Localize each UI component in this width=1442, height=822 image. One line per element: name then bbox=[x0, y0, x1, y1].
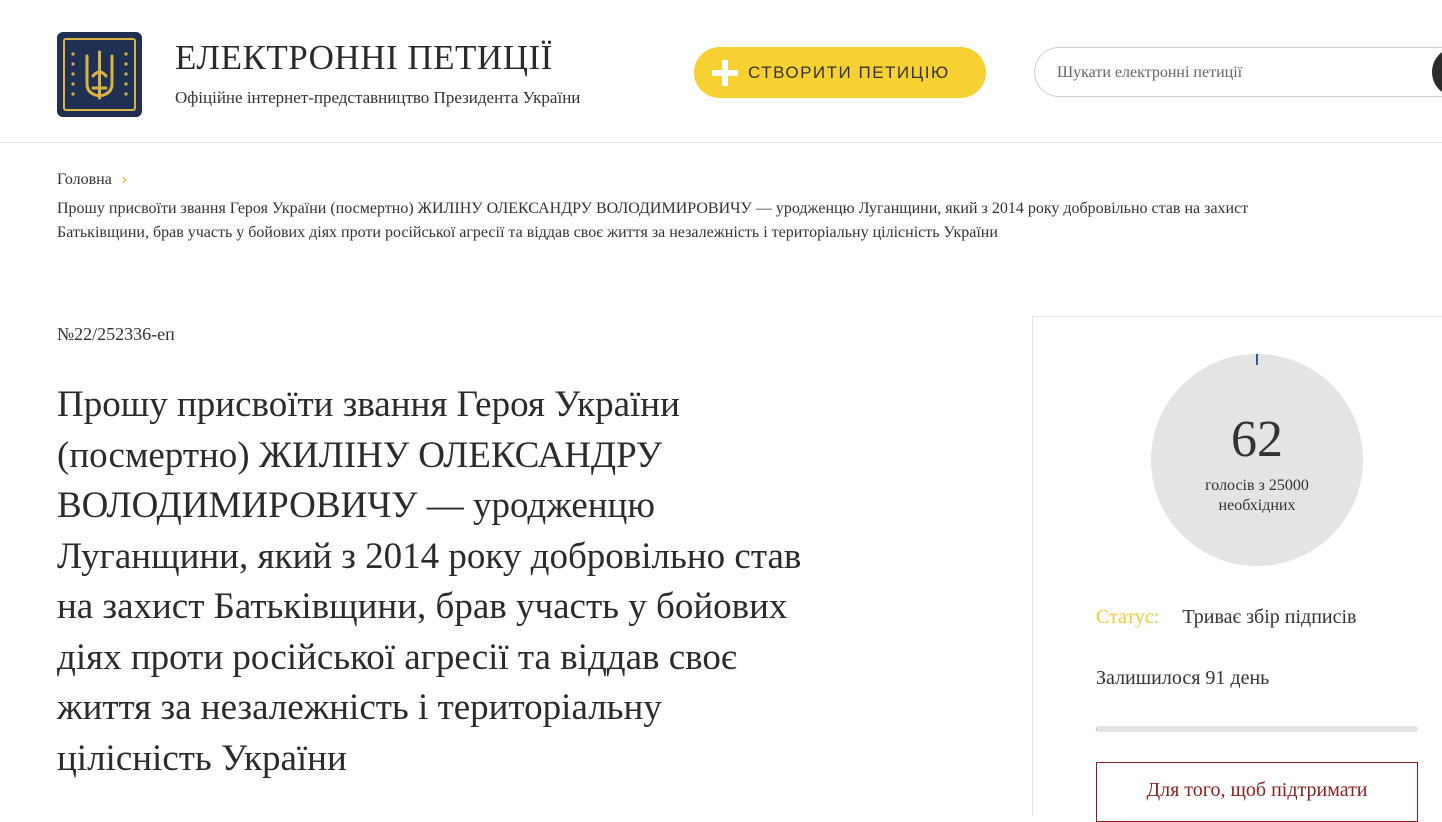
breadcrumb-current: Прошу присвоїти звання Героя України (по… bbox=[57, 197, 1442, 245]
breadcrumb-current-line: Прошу присвоїти звання Героя України (по… bbox=[57, 200, 1249, 217]
status-row: Статус: Триває збір підписів bbox=[1096, 606, 1357, 629]
breadcrumb: Головна › bbox=[57, 170, 128, 190]
petition-title-line: Луганщини, який з 2014 року добровільно … bbox=[57, 535, 802, 577]
petition-number: №22/252336-еп bbox=[57, 324, 175, 344]
petition-title-line: діях проти російської агресії та віддав … bbox=[57, 636, 737, 678]
petition-title-line: Прошу присвоїти звання Героя України bbox=[57, 384, 680, 425]
petition-title-line: ВОЛОДИМИРОВИЧУ — уродженцю bbox=[57, 485, 655, 526]
chevron-right-icon: › bbox=[120, 170, 128, 190]
breadcrumb-home-link[interactable]: Головна bbox=[57, 171, 112, 189]
status-label: Статус: bbox=[1096, 606, 1160, 628]
signature-progress-bar bbox=[1096, 726, 1418, 732]
petition-title-line: цілісність України bbox=[57, 737, 347, 779]
support-text: Для того, щоб підтримати bbox=[1146, 779, 1368, 801]
create-petition-button[interactable]: СТВОРИТИ ПЕТИЦІЮ bbox=[694, 47, 986, 98]
trident-icon bbox=[71, 50, 128, 100]
breadcrumb-current-line: Батьківщини, брав участь у бойових діях … bbox=[57, 224, 998, 241]
signature-progress-fill bbox=[1096, 726, 1097, 732]
petition-title-line: на захист Батьківщини, брав участь у бой… bbox=[57, 586, 788, 627]
support-notice: Для того, щоб підтримати bbox=[1096, 762, 1418, 822]
status-value: Триває збір підписів bbox=[1182, 606, 1357, 628]
votes-label-line: голосів з 25000 bbox=[1205, 477, 1309, 494]
votes-label: голосів з 25000 необхідних bbox=[1151, 476, 1363, 516]
votes-counter: 62 голосів з 25000 необхідних bbox=[1151, 354, 1363, 566]
petition-title-line: (посмертно) ЖИЛІНУ ОЛЕКСАНДРУ bbox=[57, 434, 663, 476]
petition-title: Прошу присвоїти звання Героя України (по… bbox=[57, 380, 977, 784]
search-input[interactable] bbox=[1055, 61, 1419, 85]
create-petition-label: СТВОРИТИ ПЕТИЦІЮ bbox=[748, 62, 950, 82]
search-box bbox=[1034, 47, 1442, 97]
site-header: ЕЛЕКТРОННІ ПЕТИЦІЇ Офіційне інтернет-пре… bbox=[0, 0, 1442, 143]
votes-count: 62 bbox=[1231, 411, 1283, 468]
petition-title-line: життя за незалежність і територіальну bbox=[57, 687, 662, 728]
votes-progress-marker bbox=[1256, 354, 1258, 365]
coat-of-arms-logo[interactable] bbox=[57, 32, 142, 117]
site-title[interactable]: ЕЛЕКТРОННІ ПЕТИЦІЇ bbox=[175, 38, 553, 78]
votes-label-line: необхідних bbox=[1218, 497, 1296, 514]
plus-icon bbox=[712, 59, 738, 86]
days-remaining: Залишилося 91 день bbox=[1096, 667, 1270, 689]
site-subtitle: Офіційне інтернет-представництво Президе… bbox=[175, 88, 581, 107]
